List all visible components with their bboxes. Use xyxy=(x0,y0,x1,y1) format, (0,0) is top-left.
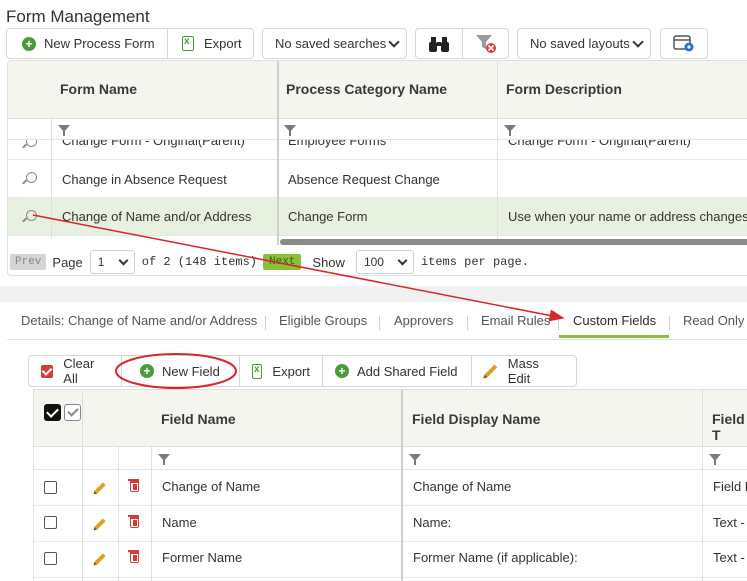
table-row[interactable]: Change in Absence Request Absence Reques… xyxy=(8,160,747,198)
delete-icon[interactable] xyxy=(128,479,139,492)
frozen-column-divider[interactable] xyxy=(277,61,279,245)
check-all-icon[interactable] xyxy=(44,404,61,421)
column-header-form-name[interactable]: Form Name xyxy=(60,81,137,97)
edit-icon[interactable] xyxy=(94,518,106,530)
excel-icon xyxy=(182,36,194,51)
forms-grid: Form Name Process Category Name Form Des… xyxy=(7,60,747,276)
form-actions-toolbar: + New Process Form Export xyxy=(6,28,254,59)
column-header-form-description[interactable]: Form Description xyxy=(506,81,622,97)
tab-approvers[interactable]: Approvers xyxy=(394,313,453,328)
column-divider xyxy=(702,390,703,581)
chevron-down-icon xyxy=(118,255,129,266)
search-tools xyxy=(415,28,509,59)
custom-fields-grid: Field Name Field Display Name Field T Ch… xyxy=(33,389,747,581)
chevron-down-icon xyxy=(632,36,644,48)
filter-icon[interactable] xyxy=(504,125,516,136)
fields-toolbar: Clear All + New Field Export + Add Share… xyxy=(28,355,577,387)
clear-filter-icon xyxy=(475,34,496,53)
delete-icon[interactable] xyxy=(128,515,139,528)
forms-grid-header: Form Name Process Category Name Form Des… xyxy=(8,61,747,119)
row-checkbox[interactable] xyxy=(44,516,57,529)
column-divider xyxy=(51,119,52,239)
table-row-selected[interactable]: Change of Name and/or Address Change For… xyxy=(8,198,747,236)
row-checkbox[interactable] xyxy=(44,552,57,565)
mass-edit-button[interactable]: Mass Edit xyxy=(471,356,576,386)
column-header-field-type[interactable]: Field T xyxy=(712,411,747,443)
view-details-icon[interactable] xyxy=(26,172,37,183)
plus-icon: + xyxy=(140,364,154,378)
table-row[interactable]: Change Form - Original(Parent) Employee … xyxy=(8,140,747,160)
tab-email-rules[interactable]: Email Rules xyxy=(481,313,550,328)
layout-settings-button[interactable] xyxy=(660,28,708,59)
column-header-process-category[interactable]: Process Category Name xyxy=(286,81,447,97)
delete-icon[interactable] xyxy=(128,550,139,563)
saved-searches-select[interactable]: No saved searches xyxy=(262,28,407,59)
export-button[interactable]: Export xyxy=(167,29,252,58)
tab-custom-fields[interactable]: Custom Fields xyxy=(573,313,656,328)
column-divider xyxy=(82,390,83,581)
fields-grid-header: Field Name Field Display Name Field T xyxy=(34,390,747,447)
pencil-icon xyxy=(484,364,498,378)
export-fields-button[interactable]: Export xyxy=(239,356,322,386)
pager: Prev Page 1 of 2 (148 items) Next Show 1… xyxy=(10,250,529,274)
layout-settings-icon xyxy=(673,34,694,51)
table-row[interactable]: Name Name: Text - xyxy=(34,506,747,542)
check-visible-icon[interactable] xyxy=(64,404,81,421)
add-shared-field-button[interactable]: + Add Shared Field xyxy=(322,356,471,386)
column-header-field-name[interactable]: Field Name xyxy=(161,411,236,427)
page-select[interactable]: 1 xyxy=(89,250,135,274)
edit-icon[interactable] xyxy=(94,553,106,565)
clear-all-button[interactable]: Clear All xyxy=(29,356,121,386)
edit-icon[interactable] xyxy=(94,482,106,494)
table-row[interactable]: Change of Name Change of Name Field E xyxy=(34,470,747,506)
column-divider xyxy=(497,61,498,239)
saved-layouts-select[interactable]: No saved layouts xyxy=(517,28,651,59)
clear-filter-button[interactable] xyxy=(462,29,508,58)
filter-icon[interactable] xyxy=(284,125,296,136)
horizontal-scrollbar[interactable] xyxy=(280,239,747,245)
fields-grid-filter-row xyxy=(34,447,747,470)
filter-icon[interactable] xyxy=(709,454,721,465)
view-details-icon[interactable] xyxy=(26,210,37,221)
column-header-field-display-name[interactable]: Field Display Name xyxy=(412,411,540,427)
filter-icon[interactable] xyxy=(158,454,170,465)
tab-read-only[interactable]: Read Only C xyxy=(683,313,747,328)
page-size-select[interactable]: 100 xyxy=(355,250,414,274)
tab-details[interactable]: Details: Change of Name and/or Address xyxy=(21,313,257,328)
column-divider xyxy=(151,447,152,581)
chevron-down-icon xyxy=(388,36,400,48)
plus-icon: + xyxy=(335,364,349,378)
binoculars-button[interactable] xyxy=(416,29,462,58)
view-details-icon[interactable] xyxy=(26,140,37,147)
filter-icon[interactable] xyxy=(409,454,421,465)
plus-icon: + xyxy=(22,36,36,51)
section-divider xyxy=(0,286,747,302)
active-tab-indicator xyxy=(559,335,669,338)
column-divider[interactable] xyxy=(401,390,403,581)
page-count: of 2 (148 items) xyxy=(141,255,257,269)
row-checkbox[interactable] xyxy=(44,481,57,494)
checkbox-icon xyxy=(41,364,54,378)
table-row[interactable]: Former Name Former Name (if applicable):… xyxy=(34,542,747,578)
binoculars-icon xyxy=(429,36,449,52)
column-divider xyxy=(118,447,119,581)
excel-icon xyxy=(252,363,263,379)
next-page-button[interactable]: Next xyxy=(263,254,302,270)
new-field-button[interactable]: + New Field xyxy=(121,356,239,386)
tab-eligible-groups[interactable]: Eligible Groups xyxy=(279,313,367,328)
forms-grid-filter-row xyxy=(8,119,747,140)
filter-icon[interactable] xyxy=(58,125,70,136)
page-title: Form Management xyxy=(6,7,150,26)
chevron-down-icon xyxy=(397,255,408,266)
prev-page-button[interactable]: Prev xyxy=(10,254,47,270)
new-process-form-button[interactable]: + New Process Form xyxy=(7,29,167,58)
